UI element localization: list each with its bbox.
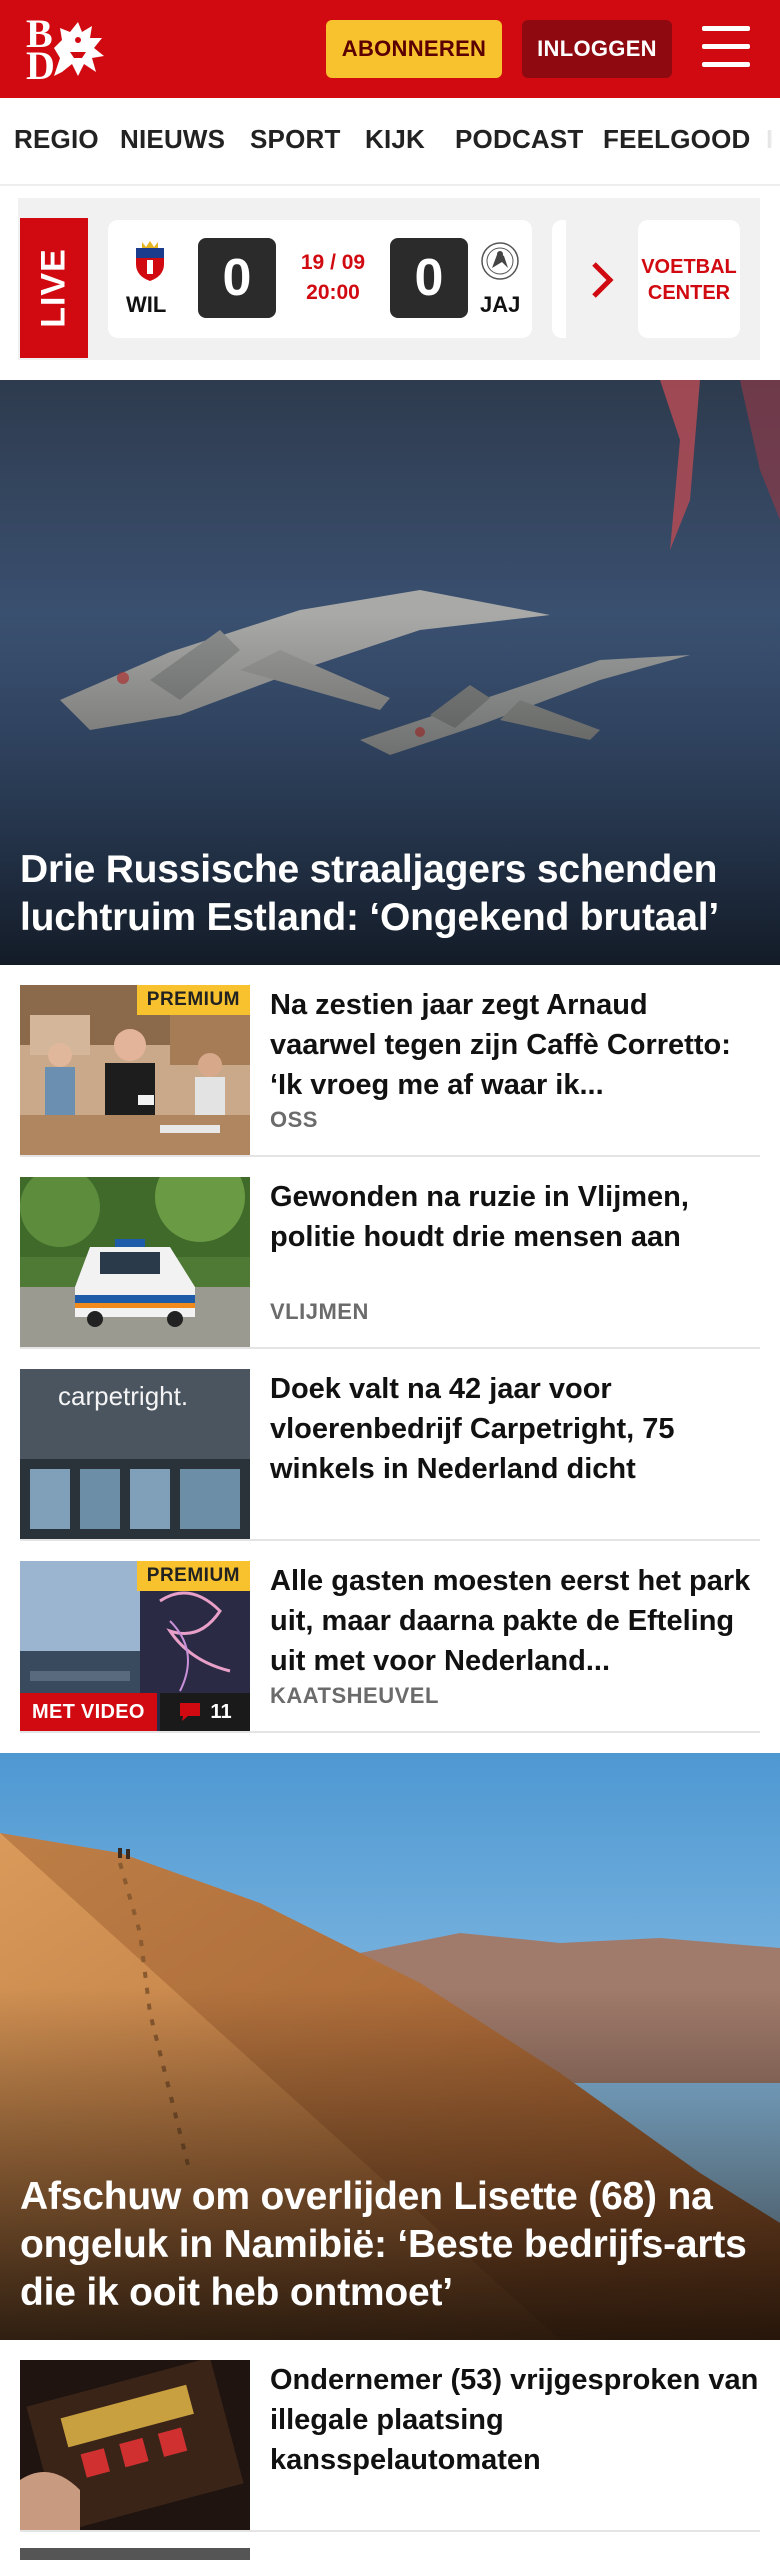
bd-logo[interactable]: B D	[26, 14, 116, 86]
thumb-vlijmen	[20, 1177, 250, 1347]
article-location: KAATSHEUVEL	[270, 1683, 439, 1708]
article-location: OSS	[270, 1107, 318, 1132]
site-header: B D ABONNEREN INLOGGEN	[0, 0, 780, 98]
article-title[interactable]: Gewonden na ruzie in Vlijmen, politie ho…	[270, 1177, 760, 1257]
football-center-label: VOETBAL CENTER	[641, 256, 737, 304]
lion-icon	[54, 22, 104, 76]
article-row-carpetright[interactable]: carpetright. Doek valt na 42 jaar voor v…	[20, 1349, 760, 1541]
article-row-caffe[interactable]: PREMIUM Na zestien jaar zegt Arnaud vaar…	[20, 965, 760, 1157]
comment-icon	[180, 1703, 201, 1721]
thumb-efteling: PREMIUM MET VIDEO 11	[20, 1561, 250, 1731]
photo-police-car	[20, 1177, 250, 1347]
login-button[interactable]: INLOGGEN	[522, 20, 672, 78]
article-title[interactable]: Ondernemer (53) vrijgesproken van illega…	[270, 2360, 760, 2480]
article-title[interactable]: Na zestien jaar zegt Arnaud vaarwel tege…	[270, 985, 760, 1105]
thumb-sign-text: carpetright.	[58, 1381, 188, 1411]
next-thumb-peek	[20, 2548, 250, 2560]
thumb-caffe: PREMIUM	[20, 985, 250, 1155]
next-match-card[interactable]	[552, 220, 566, 338]
photo-slot-machine	[20, 2360, 250, 2530]
nav-item-kijk[interactable]: KIJK	[365, 124, 425, 155]
article-title[interactable]: Doek valt na 42 jaar voor vloerenbedrijf…	[270, 1369, 760, 1489]
live-scores-bar: LIVE WIL 0 19 / 09 20:00 0 JAJ VOETBAL C…	[18, 198, 760, 360]
nav-item-sport[interactable]: SPORT	[250, 124, 341, 155]
football-center-link[interactable]: VOETBAL CENTER	[638, 220, 740, 338]
hero-title[interactable]: Drie Russische straaljagers schenden luc…	[20, 846, 760, 942]
hero-article-namibia[interactable]: Afschuw om overlijden Lisette (68) na on…	[0, 1753, 780, 2340]
article-row-kansspel[interactable]: Ondernemer (53) vrijgesproken van illega…	[20, 2340, 760, 2532]
article-location: VLIJMEN	[270, 1299, 369, 1324]
chevron-right-icon[interactable]	[588, 258, 618, 302]
thumb-carpetright: carpetright.	[20, 1369, 250, 1539]
nav-divider	[0, 184, 780, 186]
ajax-crest-icon	[481, 242, 519, 280]
nav-item-nieuws[interactable]: NIEUWS	[120, 124, 225, 155]
away-team-name: JAJ	[480, 292, 521, 317]
next-title-peek	[270, 2548, 760, 2560]
match-time: 20:00	[306, 281, 360, 304]
premium-badge: PREMIUM	[136, 985, 250, 1015]
comment-count: 11	[210, 1700, 232, 1723]
article-row-efteling[interactable]: PREMIUM MET VIDEO 11 Alle gasten moesten…	[20, 1541, 760, 1733]
nav-item-feelgood[interactable]: FEELGOOD	[603, 124, 751, 155]
match-datetime: 19 / 09 20:00	[288, 248, 378, 308]
nav-item-regio[interactable]: REGIO	[14, 124, 99, 155]
thumb-kansspel	[20, 2360, 250, 2530]
section-nav: REGIO NIEUWS SPORT KIJK PODCAST FEELGOOD…	[0, 98, 780, 184]
nav-item-podcast[interactable]: PODCAST	[455, 124, 584, 155]
subscribe-button[interactable]: ABONNEREN	[326, 20, 502, 78]
hamburger-menu-icon[interactable]	[700, 24, 752, 70]
hero-article-jets[interactable]: Drie Russische straaljagers schenden luc…	[0, 380, 780, 965]
article-row-vlijmen[interactable]: Gewonden na ruzie in Vlijmen, politie ho…	[20, 1157, 760, 1349]
match-date: 19 / 09	[300, 251, 366, 274]
live-tag: LIVE	[20, 218, 88, 358]
live-label: LIVE	[34, 248, 73, 328]
willem-ii-crest-icon	[136, 241, 164, 281]
away-score: 0	[390, 238, 468, 318]
hero-title[interactable]: Afschuw om overlijden Lisette (68) na on…	[20, 2173, 760, 2317]
comment-count-badge[interactable]: 11	[160, 1693, 250, 1731]
article-title[interactable]: Alle gasten moesten eerst het park uit, …	[270, 1561, 760, 1681]
home-team-name: WIL	[126, 292, 167, 317]
nav-fade	[750, 98, 780, 184]
home-score: 0	[198, 238, 276, 318]
video-badge: MET VIDEO	[20, 1693, 157, 1731]
photo-carpetright-store: carpetright.	[20, 1369, 250, 1539]
match-card[interactable]: WIL 0 19 / 09 20:00 0 JAJ	[108, 220, 532, 338]
premium-badge: PREMIUM	[136, 1561, 250, 1591]
